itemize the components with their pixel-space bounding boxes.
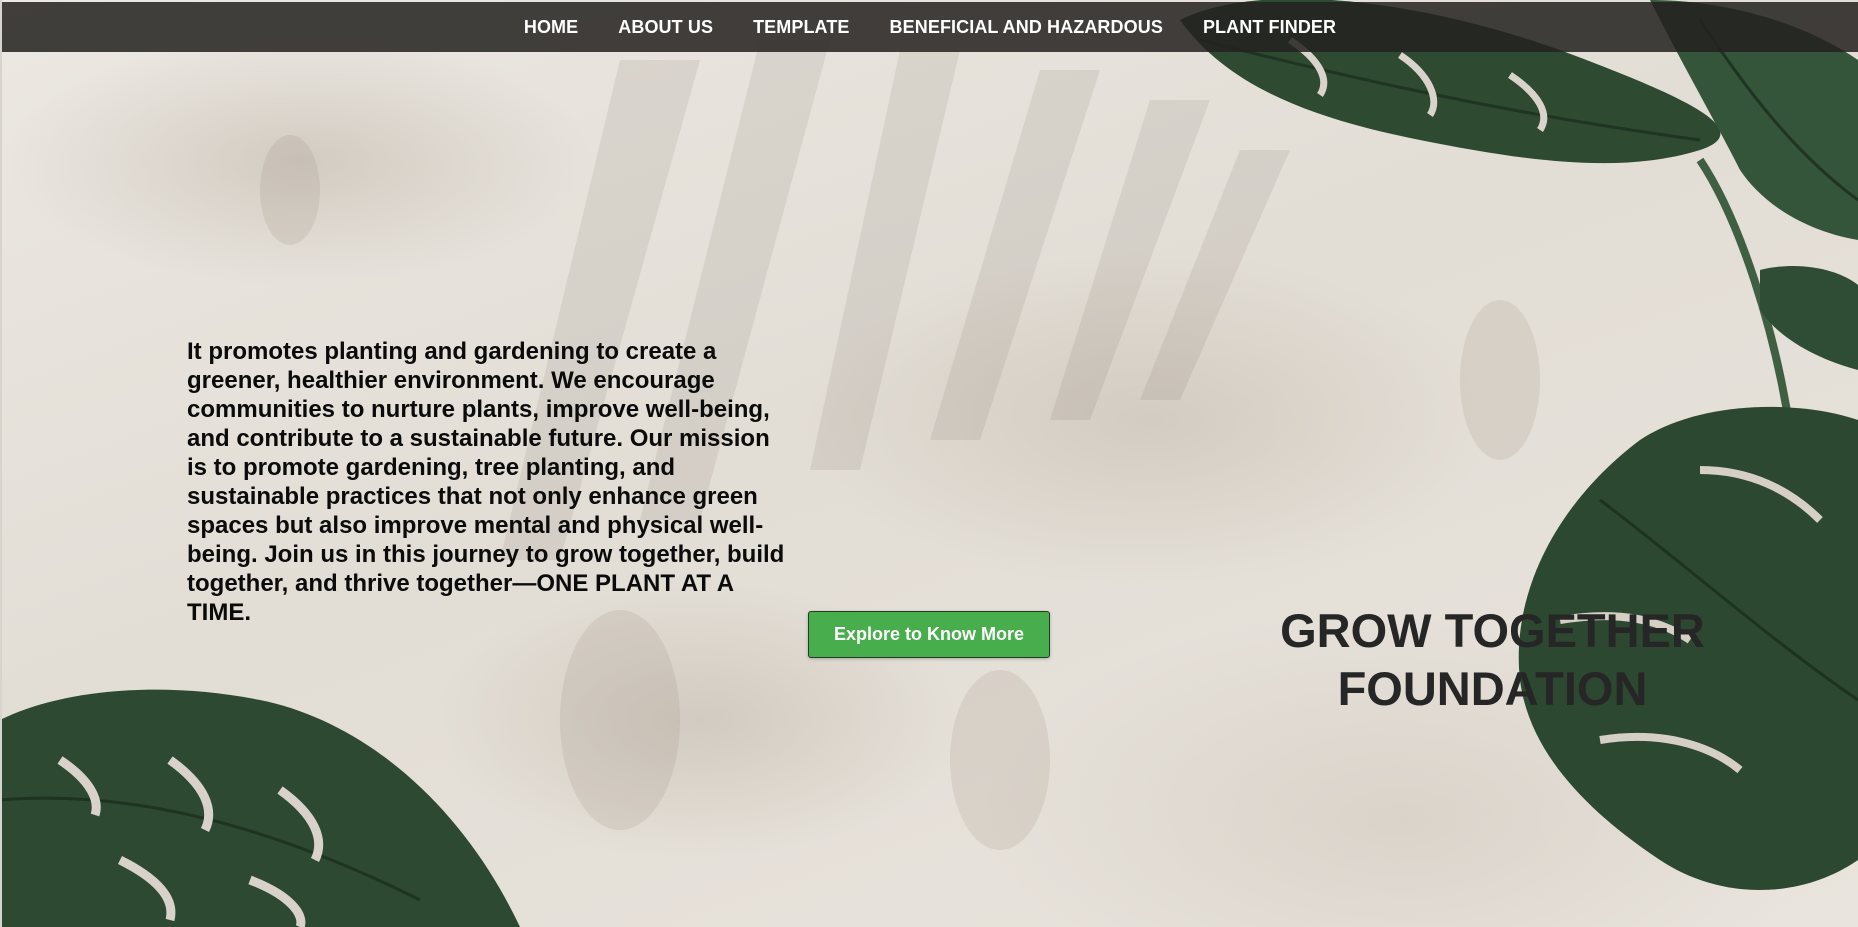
nav-item-plant-finder[interactable]: PLANT FINDER (1183, 17, 1356, 38)
page-left-edge (0, 0, 2, 927)
bottom-left-monstera-leaf (0, 689, 520, 927)
explore-button[interactable]: Explore to Know More (808, 611, 1050, 658)
mission-statement: It promotes planting and gardening to cr… (187, 338, 785, 626)
organization-title-line-2: FOUNDATION (1337, 662, 1648, 715)
nav-item-beneficial-and-hazardous[interactable]: BENEFICIAL AND HAZARDOUS (870, 17, 1183, 38)
top-navigation-bar: HOME ABOUT US TEMPLATE BENEFICIAL AND HA… (2, 2, 1858, 52)
right-monstera-leaf (1518, 265, 1858, 890)
organization-title: GROW TOGETHER FOUNDATION (1230, 602, 1755, 718)
nav-item-template[interactable]: TEMPLATE (733, 17, 869, 38)
hero-background: HOME ABOUT US TEMPLATE BENEFICIAL AND HA… (0, 0, 1858, 927)
nav-item-about-us[interactable]: ABOUT US (598, 17, 733, 38)
nav-item-home[interactable]: HOME (504, 17, 598, 38)
organization-title-line-1: GROW TOGETHER (1280, 604, 1705, 657)
